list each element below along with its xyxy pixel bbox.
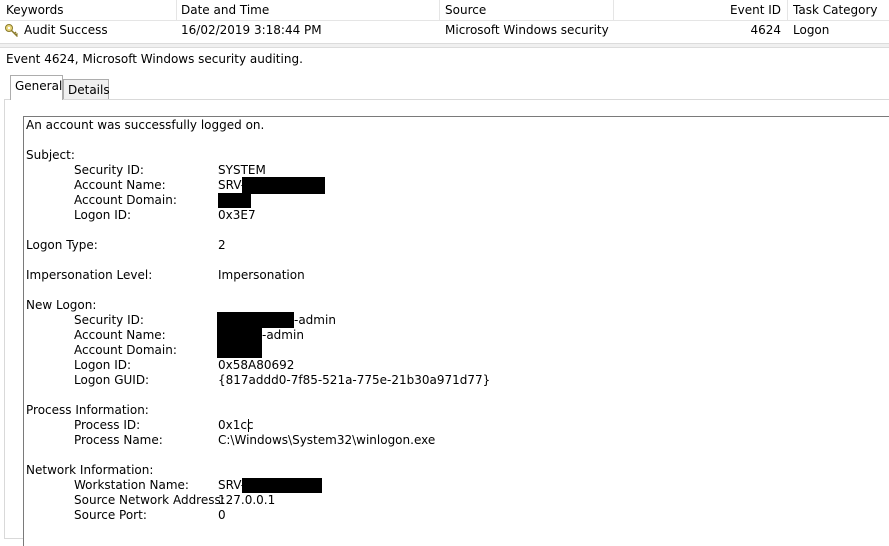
table-row[interactable]: Audit Success 16/02/2019 3:18:44 PM Micr… [0, 21, 889, 40]
redaction-block [242, 478, 322, 493]
text-caret [248, 419, 249, 432]
column-header-date-time[interactable]: Date and Time [181, 0, 437, 20]
new-logon-account-name-label: Account Name: [74, 328, 166, 342]
new-logon-logon-id: 0x58A80692 [218, 358, 295, 372]
pane-splitter[interactable] [0, 43, 889, 48]
process-id-label: Process ID: [74, 418, 141, 432]
subject-logon-id: 0x3E7 [218, 208, 256, 222]
redaction-block [242, 177, 325, 194]
process-name-value: C:\Windows\System32\winlogon.exe [218, 433, 436, 447]
source-port-label: Source Port: [74, 508, 147, 522]
column-header-task-category[interactable]: Task Category [793, 0, 889, 20]
event-list: Keywords Date and Time Source Event ID T… [0, 0, 889, 40]
logon-type-value: 2 [218, 238, 226, 252]
network-info-header: Network Information: [26, 463, 154, 477]
row-date-time: 16/02/2019 3:18:44 PM [181, 23, 322, 37]
new-logon-guid: {817addd0-7f85-521a-775e-21b30a971d77} [218, 373, 491, 387]
row-keywords: Audit Success [24, 23, 108, 37]
row-task-category: Logon [793, 23, 830, 37]
subject-header: Subject: [26, 148, 75, 162]
message-summary: An account was successfully logged on. [26, 118, 265, 132]
subject-logon-id-label: Logon ID: [74, 208, 132, 222]
row-event-id: 4624 [750, 23, 781, 37]
column-header-keywords[interactable]: Keywords [6, 0, 174, 20]
new-logon-logon-id-label: Logon ID: [74, 358, 132, 372]
new-logon-security-id-label: Security ID: [74, 313, 144, 327]
source-port-value: 0 [218, 508, 226, 522]
subject-account-name-label: Account Name: [74, 178, 166, 192]
workstation-name-label: Workstation Name: [74, 478, 189, 492]
new-logon-security-id: -admin [294, 313, 336, 327]
column-header-event-id[interactable]: Event ID [614, 0, 781, 20]
tab-details[interactable]: Details [63, 79, 110, 99]
impersonation-level-label: Impersonation Level: [26, 268, 153, 282]
process-info-header: Process Information: [26, 403, 149, 417]
row-source: Microsoft Windows security ... [445, 23, 611, 37]
subject-security-id: SYSTEM [218, 163, 266, 177]
logon-type-label: Logon Type: [26, 238, 98, 252]
column-header-source[interactable]: Source [445, 0, 611, 20]
column-divider[interactable] [787, 0, 788, 20]
redaction-block [217, 328, 262, 358]
source-network-address-value: 127.0.0.1 [218, 493, 276, 507]
event-details-title: Event 4624, Microsoft Windows security a… [6, 52, 303, 66]
source-network-address-label: Source Network Address: [74, 493, 225, 507]
new-logon-account-domain-label: Account Domain: [74, 343, 177, 357]
redaction-block [218, 193, 251, 208]
event-list-header: Keywords Date and Time Source Event ID T… [0, 0, 889, 21]
new-logon-account-name: -admin [262, 328, 304, 342]
column-divider[interactable] [439, 0, 440, 20]
new-logon-header: New Logon: [26, 298, 97, 312]
impersonation-level-value: Impersonation [218, 268, 305, 282]
tab-general[interactable]: General [10, 75, 63, 100]
column-divider[interactable] [176, 0, 177, 20]
new-logon-guid-label: Logon GUID: [74, 373, 150, 387]
subject-security-id-label: Security ID: [74, 163, 144, 177]
process-name-label: Process Name: [74, 433, 163, 447]
key-icon [5, 24, 19, 38]
redaction-block [217, 312, 294, 328]
subject-account-domain-label: Account Domain: [74, 193, 177, 207]
